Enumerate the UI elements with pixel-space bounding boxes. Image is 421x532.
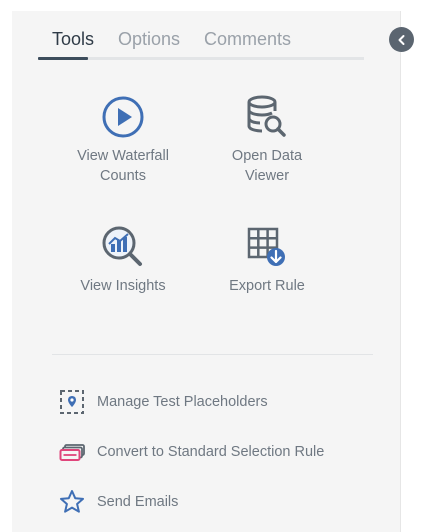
section-divider [52, 354, 373, 355]
collapse-panel-button[interactable] [389, 27, 414, 52]
grid-download-icon [244, 224, 290, 270]
open-data-viewer-button[interactable]: Open Data Viewer [197, 94, 337, 186]
tool-label-line1: Export Rule [229, 278, 305, 294]
action-label: Manage Test Placeholders [97, 394, 268, 410]
chevron-left-icon [398, 34, 404, 45]
action-label: Send Emails [97, 494, 179, 510]
cards-convert-icon [58, 438, 86, 466]
tab-bar: Tools Options Comments [38, 29, 364, 61]
right-column [401, 11, 421, 532]
insights-magnifier-icon [100, 224, 146, 270]
tool-label-line1: View Waterfall [77, 148, 169, 164]
view-waterfall-counts-button[interactable]: View Waterfall Counts [53, 94, 193, 186]
tool-label-line2: Viewer [244, 168, 290, 184]
tool-label-line1: Open Data [231, 148, 303, 164]
placeholder-pin-icon [58, 388, 86, 416]
view-insights-button[interactable]: View Insights [53, 224, 193, 296]
export-rule-button[interactable]: Export Rule [197, 224, 337, 296]
tool-label-line1: View Insights [80, 278, 166, 294]
tab-options[interactable]: Options [118, 29, 180, 50]
action-label: Convert to Standard Selection Rule [97, 444, 325, 460]
tab-tools[interactable]: Tools [52, 29, 94, 50]
play-circle-icon [100, 94, 146, 140]
tool-label-line2: Counts [100, 168, 146, 184]
star-icon [58, 488, 86, 516]
send-emails-link[interactable]: Send Emails [58, 487, 178, 517]
database-search-icon [244, 94, 290, 140]
left-gutter [0, 11, 12, 532]
convert-to-standard-selection-rule-link[interactable]: Convert to Standard Selection Rule [58, 437, 324, 467]
tab-comments[interactable]: Comments [204, 29, 291, 50]
manage-test-placeholders-link[interactable]: Manage Test Placeholders [58, 387, 268, 417]
